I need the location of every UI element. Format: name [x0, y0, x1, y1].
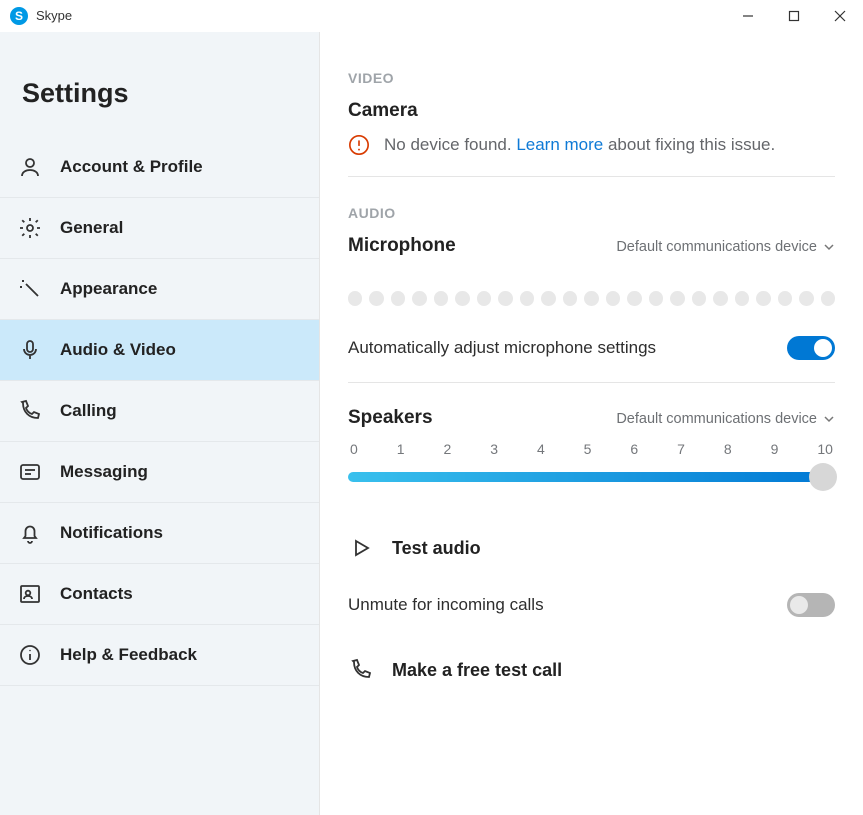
slider-track-fill	[348, 472, 835, 482]
unmute-incoming-toggle[interactable]	[787, 593, 835, 617]
microphone-device-select[interactable]: Default communications device	[616, 239, 835, 255]
sidebar-item-audio-video[interactable]: Audio & Video	[0, 320, 319, 381]
sidebar-item-label: Audio & Video	[60, 340, 176, 360]
phone-icon	[18, 399, 42, 423]
speakers-device-select[interactable]: Default communications device	[616, 411, 835, 427]
sidebar-item-help-feedback[interactable]: Help & Feedback	[0, 625, 319, 686]
camera-heading: Camera	[348, 100, 835, 122]
phone-icon	[348, 657, 374, 683]
slider-tick-labels: 0 1 2 3 4 5 6 7 8 9 10	[348, 441, 835, 463]
info-icon	[18, 643, 42, 667]
window-title: Skype	[36, 8, 72, 23]
settings-sidebar: Settings Account & Profile General Appea…	[0, 32, 320, 815]
alert-icon	[348, 134, 370, 156]
bell-icon	[18, 521, 42, 545]
sidebar-item-general[interactable]: General	[0, 198, 319, 259]
person-icon	[18, 155, 42, 179]
sidebar-item-contacts[interactable]: Contacts	[0, 564, 319, 625]
sidebar-item-calling[interactable]: Calling	[0, 381, 319, 442]
sidebar-item-messaging[interactable]: Messaging	[0, 442, 319, 503]
sidebar-item-label: Messaging	[60, 462, 148, 482]
test-audio-button[interactable]: Test audio	[348, 517, 835, 579]
settings-heading: Settings	[0, 32, 319, 137]
sidebar-item-label: Notifications	[60, 523, 163, 543]
auto-adjust-mic-label: Automatically adjust microphone settings	[348, 338, 656, 358]
sidebar-item-notifications[interactable]: Notifications	[0, 503, 319, 564]
skype-logo-icon: S	[10, 7, 28, 25]
microphone-icon	[18, 338, 42, 362]
audio-section-label: AUDIO	[348, 205, 835, 221]
auto-adjust-mic-toggle[interactable]	[787, 336, 835, 360]
speakers-heading: Speakers	[348, 407, 433, 429]
speaker-volume-slider[interactable]: 0 1 2 3 4 5 6 7 8 9 10	[348, 441, 835, 491]
sidebar-item-account-profile[interactable]: Account & Profile	[0, 137, 319, 198]
sidebar-item-label: Appearance	[60, 279, 157, 299]
sidebar-item-label: Account & Profile	[60, 157, 203, 177]
microphone-level-meter	[348, 269, 835, 330]
settings-content: VIDEO Camera No device found. Learn more…	[320, 32, 863, 815]
message-icon	[18, 460, 42, 484]
learn-more-link[interactable]: Learn more	[516, 135, 603, 154]
gear-icon	[18, 216, 42, 240]
sidebar-item-label: Help & Feedback	[60, 645, 197, 665]
video-section-label: VIDEO	[348, 70, 835, 86]
sidebar-item-label: Contacts	[60, 584, 133, 604]
play-icon	[348, 535, 374, 561]
test-call-button[interactable]: Make a free test call	[348, 639, 835, 701]
maximize-button[interactable]	[771, 0, 817, 32]
close-button[interactable]	[817, 0, 863, 32]
slider-thumb[interactable]	[809, 463, 837, 491]
minimize-button[interactable]	[725, 0, 771, 32]
microphone-heading: Microphone	[348, 235, 456, 257]
sidebar-item-label: General	[60, 218, 123, 238]
camera-alert-text: No device found. Learn more about fixing…	[384, 135, 775, 155]
unmute-incoming-label: Unmute for incoming calls	[348, 595, 544, 615]
titlebar: S Skype	[0, 0, 863, 32]
wand-icon	[18, 277, 42, 301]
chevron-down-icon	[823, 413, 835, 425]
contacts-icon	[18, 582, 42, 606]
chevron-down-icon	[823, 241, 835, 253]
sidebar-item-label: Calling	[60, 401, 117, 421]
camera-alert: No device found. Learn more about fixing…	[348, 134, 835, 177]
sidebar-item-appearance[interactable]: Appearance	[0, 259, 319, 320]
